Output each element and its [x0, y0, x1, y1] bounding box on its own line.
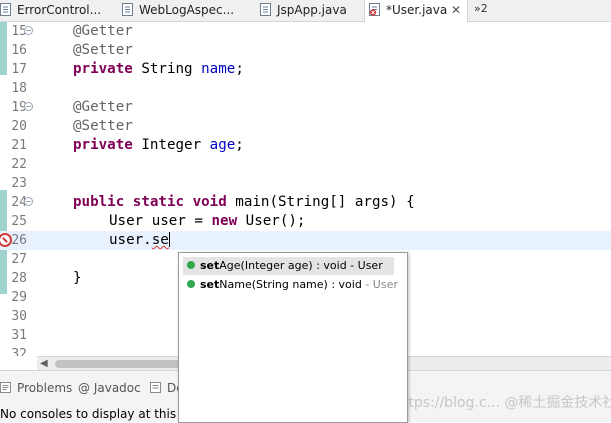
proposal-match: set: [200, 259, 220, 272]
annotation: @Setter: [73, 118, 133, 134]
line-number: 21: [11, 138, 27, 153]
tab-weblogaspect[interactable]: WebLogAspec...: [122, 0, 247, 21]
code-line: 25 User user = new User();: [0, 212, 611, 231]
tab-javadoc[interactable]: @ Javadoc: [78, 381, 141, 395]
tab-label: Javadoc: [93, 381, 141, 395]
tab-errorcontroller[interactable]: ErrorControl...: [0, 0, 110, 21]
code-line: 17 private String name;: [0, 60, 611, 79]
proposal-signature: Age(Integer age) : void: [219, 259, 347, 272]
public-method-icon: [187, 280, 195, 288]
line-number: 30: [11, 309, 27, 324]
code-text: User user =: [109, 213, 212, 229]
code-line: 18: [0, 79, 611, 98]
current-code-line: 26 user.se: [0, 231, 611, 250]
code-line: 20 @Setter: [0, 117, 611, 136]
tab-label: JspApp.java: [277, 3, 347, 17]
error-underlined-text: se: [151, 232, 169, 248]
tab-user-java[interactable]: *User.java ✕: [364, 0, 468, 22]
annotation: @Getter: [73, 23, 133, 39]
java-file-icon: [0, 2, 12, 16]
annotation: @Getter: [73, 99, 133, 115]
line-number: 31: [11, 328, 27, 343]
fold-toggle-icon[interactable]: −: [24, 102, 33, 111]
line-number: 20: [11, 119, 27, 134]
field-name: age: [209, 137, 236, 153]
fold-toggle-icon[interactable]: −: [24, 197, 33, 206]
declaration-icon: [150, 382, 161, 393]
type-name: String: [132, 61, 202, 77]
proposal-item-setage[interactable]: setAge(Integer age) : void - User: [183, 257, 394, 275]
tab-problems[interactable]: Problems: [0, 381, 72, 395]
proposal-match: set: [200, 278, 220, 291]
tab-label: Problems: [17, 381, 73, 395]
method-signature: main(String[] args) {: [226, 194, 415, 210]
code-line: 21 private Integer age;: [0, 136, 611, 155]
tab-label: ErrorControl...: [17, 3, 102, 17]
close-icon[interactable]: ✕: [451, 0, 461, 21]
keyword: new: [211, 213, 238, 229]
java-file-error-icon: [369, 2, 381, 16]
problems-icon: [0, 382, 11, 393]
tab-label: WebLogAspec...: [139, 3, 235, 17]
proposal-owner: - User: [346, 259, 383, 272]
line-number: 22: [11, 157, 27, 172]
code-line: 23: [0, 174, 611, 193]
line-number: 25: [11, 214, 27, 229]
text-caret: [168, 232, 170, 247]
line-number: 16: [11, 43, 27, 58]
type-name: Integer: [132, 137, 210, 153]
code-text: user.: [109, 232, 152, 248]
public-method-icon: [187, 261, 195, 269]
tab-overflow-button[interactable]: »2: [474, 0, 488, 18]
code-line: 16 @Setter: [0, 41, 611, 60]
code-line: 19 − @Getter: [0, 98, 611, 117]
code-line: 24 − public static void main(String[] ar…: [0, 193, 611, 212]
keyword: private: [73, 137, 133, 153]
at-icon: @: [78, 381, 90, 395]
keyword: private: [73, 61, 133, 77]
line-number: 27: [11, 252, 27, 267]
line-number: 28: [11, 271, 27, 286]
line-number: 17: [11, 62, 27, 77]
editor-tab-bar: ErrorControl... WebLogAspec... JspApp.ja…: [0, 0, 611, 22]
tab-label: *User.java: [386, 3, 448, 17]
proposal-item-setname[interactable]: setName(String name) : void - User: [183, 276, 398, 294]
content-assist-popup[interactable]: setAge(Integer age) : void - User setNam…: [178, 252, 408, 423]
proposal-owner: - User: [361, 278, 398, 291]
keyword: public static void: [73, 194, 227, 210]
tab-jspapp[interactable]: JspApp.java: [260, 0, 360, 21]
java-file-icon: [260, 2, 272, 16]
proposal-signature: Name(String name) : void: [219, 278, 362, 291]
line-number: 18: [11, 81, 27, 96]
scroll-left-icon[interactable]: ◀: [40, 357, 48, 371]
watermark: https://blog.c... @稀土掘金技术社区: [394, 395, 611, 411]
annotation: @Setter: [73, 42, 133, 58]
line-number: 32: [11, 347, 27, 356]
line-number: 26: [11, 233, 27, 248]
code-text: User();: [237, 213, 306, 229]
field-name: name: [201, 61, 236, 77]
fold-toggle-icon[interactable]: −: [24, 26, 33, 35]
code-line: 22: [0, 155, 611, 174]
closing-brace: }: [73, 270, 82, 286]
line-number: 23: [11, 176, 27, 191]
code-line: 15 − @Getter: [0, 22, 611, 41]
java-file-icon: [122, 2, 134, 16]
line-number: 29: [11, 290, 27, 305]
